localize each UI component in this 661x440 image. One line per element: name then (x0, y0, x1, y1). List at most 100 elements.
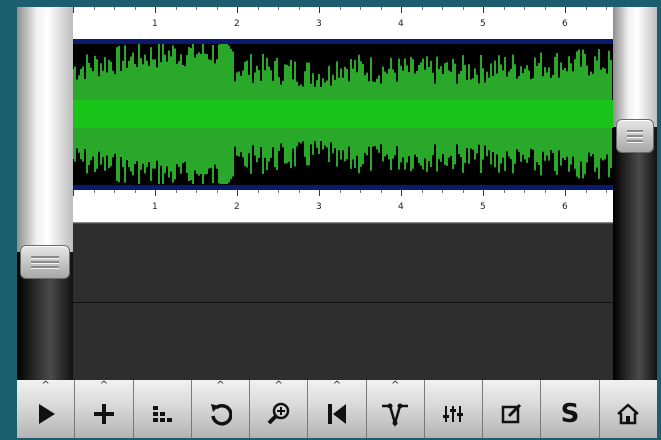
ruler-tick (93, 7, 95, 10)
plus-icon (93, 404, 114, 424)
ruler-label: 3 (316, 202, 322, 212)
ruler-tick (462, 190, 464, 193)
ruler-tick (278, 190, 279, 193)
ruler-tick (606, 190, 607, 193)
ruler-tick (73, 190, 74, 196)
mixer-icon (443, 406, 464, 422)
ruler-tick (401, 7, 402, 13)
ruler-tick (339, 7, 341, 10)
tracks-button[interactable] (133, 380, 192, 438)
ruler-tick (298, 190, 300, 193)
ruler-tick (73, 7, 74, 13)
ruler-tick (401, 190, 402, 196)
ruler-tick (298, 7, 300, 10)
ruler-tick (483, 190, 484, 196)
timeline-ruler-top[interactable]: 1 2 3 4 5 6 (73, 7, 613, 40)
ruler-tick (360, 7, 361, 10)
envelope-button[interactable]: ^ (366, 380, 425, 438)
ruler-tick (503, 7, 505, 10)
timeline-ruler-bottom[interactable]: 1 2 3 4 5 6 (73, 190, 613, 223)
expand-caret-icon: ^ (274, 380, 283, 391)
ruler-tick (319, 190, 320, 196)
ruler-label: 1 (152, 202, 158, 212)
solo-button[interactable]: S (541, 380, 600, 438)
home-icon (617, 403, 640, 425)
solo-icon: S (560, 399, 580, 429)
home-button[interactable] (599, 380, 657, 438)
ruler-tick (606, 7, 607, 10)
ruler-tick (544, 7, 546, 10)
ruler-label: 4 (398, 202, 404, 212)
ruler-label: 6 (562, 19, 568, 29)
ruler-tick (114, 190, 115, 193)
play-button[interactable]: ^ (17, 380, 76, 438)
ruler-tick (585, 190, 587, 193)
waveform-graphic (73, 39, 613, 190)
ruler-tick (524, 190, 525, 193)
ruler-tick (155, 7, 156, 13)
expand-caret-icon: ^ (391, 380, 400, 391)
bottom-toolbar: ^ ^ ^ ^ ^ ^ S (17, 380, 657, 438)
edit-icon (501, 403, 521, 424)
empty-track-lane[interactable] (73, 223, 613, 302)
left-vertical-scrollbar[interactable] (17, 7, 73, 380)
ruler-label: 6 (562, 202, 568, 212)
ruler-tick (544, 190, 546, 193)
ruler-tick (380, 190, 382, 193)
ruler-tick (216, 7, 218, 10)
expand-caret-icon: ^ (332, 380, 342, 391)
edit-button[interactable] (483, 380, 542, 438)
ruler-tick (93, 190, 95, 193)
envelope-icon (382, 403, 409, 427)
ruler-tick (216, 190, 218, 193)
left-scroll-thumb[interactable] (20, 245, 70, 279)
ruler-label: 4 (398, 19, 404, 29)
scroll-track-lower (613, 127, 657, 380)
ruler-tick (462, 7, 464, 10)
ruler-label: 5 (480, 19, 486, 29)
ruler-label: 3 (316, 19, 322, 29)
zoom-button[interactable]: ^ (250, 380, 309, 438)
undo-icon (211, 404, 233, 426)
ruler-tick (196, 190, 197, 193)
right-vertical-scrollbar[interactable] (613, 7, 657, 380)
audio-editor-area[interactable]: 1 2 3 4 5 6 1 2 3 4 5 6 (73, 7, 613, 381)
ruler-tick (421, 190, 423, 193)
mixer-button[interactable] (424, 380, 484, 438)
expand-caret-icon: ^ (41, 380, 50, 391)
ruler-tick (585, 7, 587, 10)
ruler-tick (237, 190, 238, 196)
ruler-tick (175, 7, 177, 10)
rewind-button[interactable]: ^ (308, 380, 367, 438)
waveform-top-border (73, 39, 613, 44)
ruler-tick (196, 7, 197, 10)
right-scroll-thumb[interactable] (616, 119, 654, 153)
ruler-tick (380, 7, 382, 10)
ruler-tick (565, 7, 566, 13)
ruler-tick (360, 190, 361, 193)
empty-track-lane[interactable] (73, 302, 613, 381)
undo-button[interactable]: ^ (191, 380, 251, 438)
ruler-tick (442, 190, 443, 193)
ruler-tick (442, 7, 443, 10)
ruler-label: 5 (480, 202, 486, 212)
expand-caret-icon: ^ (216, 380, 225, 391)
ruler-tick (175, 190, 177, 193)
ruler-label: 2 (234, 19, 240, 29)
scroll-track-upper (613, 7, 657, 127)
ruler-tick (134, 7, 136, 10)
waveform-view[interactable] (73, 39, 613, 190)
scroll-track-upper (17, 7, 73, 252)
ruler-label: 1 (152, 19, 158, 29)
waveform-rms-band (73, 100, 613, 128)
ruler-tick (237, 7, 238, 13)
add-button[interactable]: ^ (75, 380, 134, 438)
ruler-tick (155, 190, 156, 196)
ruler-tick (257, 7, 259, 10)
skip-start-icon (327, 404, 346, 424)
ruler-tick (278, 7, 279, 10)
tracks-icon (153, 406, 173, 422)
ruler-tick (319, 7, 320, 13)
ruler-tick (421, 7, 423, 10)
ruler-label: 2 (234, 202, 240, 212)
